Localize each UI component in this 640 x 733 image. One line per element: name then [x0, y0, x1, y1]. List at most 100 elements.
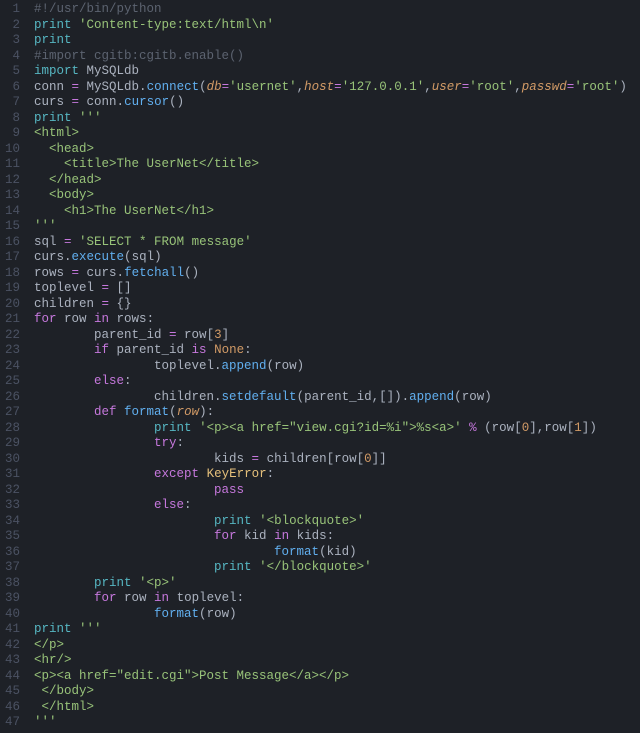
token-kw: pass: [214, 483, 244, 497]
code-line: else:: [34, 498, 627, 514]
token-op: =: [102, 281, 110, 295]
line-number: 19: [0, 281, 20, 297]
token-plain: conn: [79, 95, 117, 109]
code-line: ''': [34, 219, 627, 235]
token-punc: [: [327, 452, 335, 466]
token-punc: ): [229, 607, 237, 621]
line-number: 9: [0, 126, 20, 142]
code-line: #!/usr/bin/python: [34, 2, 627, 18]
token-punc: (: [319, 545, 327, 559]
line-number: 22: [0, 328, 20, 344]
token-cmt: #import cgitb:cgitb.enable(): [34, 49, 244, 63]
token-kw2: print: [154, 421, 192, 435]
token-kw2: print: [214, 514, 252, 528]
line-number: 16: [0, 235, 20, 251]
token-punc: (: [199, 80, 207, 94]
token-op: =: [222, 80, 230, 94]
token-str: '<blockquote>': [259, 514, 364, 528]
line-number: 8: [0, 111, 20, 127]
token-plain: toplevel: [34, 359, 214, 373]
line-number: 26: [0, 390, 20, 406]
token-op: =: [334, 80, 342, 94]
token-plain: [34, 483, 214, 497]
line-number: 45: [0, 684, 20, 700]
token-punc: (: [199, 607, 207, 621]
line-number: 13: [0, 188, 20, 204]
token-punc: ,: [372, 390, 380, 404]
token-plain: [34, 467, 154, 481]
token-plain: sql: [132, 250, 155, 264]
token-plain: [34, 607, 154, 621]
code-line: children = {}: [34, 297, 627, 313]
code-line: </html>: [34, 700, 627, 716]
token-op: =: [169, 328, 177, 342]
token-plain: children: [34, 390, 214, 404]
line-number: 5: [0, 64, 20, 80]
token-str: <p><a href="edit.cgi">Post Message</a></…: [34, 669, 349, 683]
token-plain: rows: [34, 266, 72, 280]
token-str: </p>: [34, 638, 64, 652]
token-kw: for: [94, 591, 117, 605]
code-line: kids = children[row[0]]: [34, 452, 627, 468]
token-punc: []: [117, 281, 132, 295]
token-plain: curs: [79, 266, 117, 280]
token-punc: .: [64, 250, 72, 264]
token-plain: parent_id: [109, 343, 192, 357]
code-line: <body>: [34, 188, 627, 204]
code-line: parent_id = row[3]: [34, 328, 627, 344]
token-kw2: print: [34, 33, 72, 47]
token-plain: kids: [289, 529, 327, 543]
token-plain: [252, 514, 260, 528]
token-punc: ,: [514, 80, 522, 94]
token-punc: ]: [222, 328, 230, 342]
token-plain: [34, 436, 154, 450]
token-fn: format: [124, 405, 169, 419]
token-plain: [34, 421, 154, 435]
token-kw: def: [94, 405, 117, 419]
token-punc: ): [297, 359, 305, 373]
token-plain: curs: [34, 95, 72, 109]
token-plain: MySQLdb: [87, 64, 140, 78]
code-line: toplevel = []: [34, 281, 627, 297]
token-kw2: print: [94, 576, 132, 590]
line-number: 29: [0, 436, 20, 452]
code-line: sql = 'SELECT * FROM message': [34, 235, 627, 251]
token-plain: curs: [34, 250, 64, 264]
token-plain: sql: [34, 235, 64, 249]
token-punc: ): [484, 390, 492, 404]
line-number: 15: [0, 219, 20, 235]
token-plain: [462, 421, 470, 435]
token-plain: rows: [109, 312, 147, 326]
token-plain: toplevel: [34, 281, 102, 295]
code-line: #import cgitb:cgitb.enable(): [34, 49, 627, 65]
token-plain: row: [117, 591, 155, 605]
line-number: 39: [0, 591, 20, 607]
token-punc: [: [207, 328, 215, 342]
token-plain: row: [207, 607, 230, 621]
code-line: else:: [34, 374, 627, 390]
token-punc: ): [154, 250, 162, 264]
code-line: def format(row):: [34, 405, 627, 421]
token-op: =: [72, 95, 80, 109]
token-fn: execute: [72, 250, 125, 264]
token-plain: row: [274, 359, 297, 373]
token-punc: :: [327, 529, 335, 543]
token-kw2: print: [34, 622, 72, 636]
token-plain: kid: [237, 529, 275, 543]
token-op: =: [64, 235, 72, 249]
token-fn: cursor: [124, 95, 169, 109]
token-str: '</blockquote>': [259, 560, 372, 574]
line-number: 14: [0, 204, 20, 220]
token-str: </html>: [34, 700, 94, 714]
token-str: 'root': [469, 80, 514, 94]
token-exc: KeyError: [207, 467, 267, 481]
token-plain: row: [492, 421, 515, 435]
code-line: try:: [34, 436, 627, 452]
code-line: <hr/>: [34, 653, 627, 669]
token-str: <hr/>: [34, 653, 72, 667]
token-plain: [34, 576, 94, 590]
code-line: <title>The UserNet</title>: [34, 157, 627, 173]
code-line: print '<p>': [34, 576, 627, 592]
line-number: 10: [0, 142, 20, 158]
token-punc: [: [357, 452, 365, 466]
